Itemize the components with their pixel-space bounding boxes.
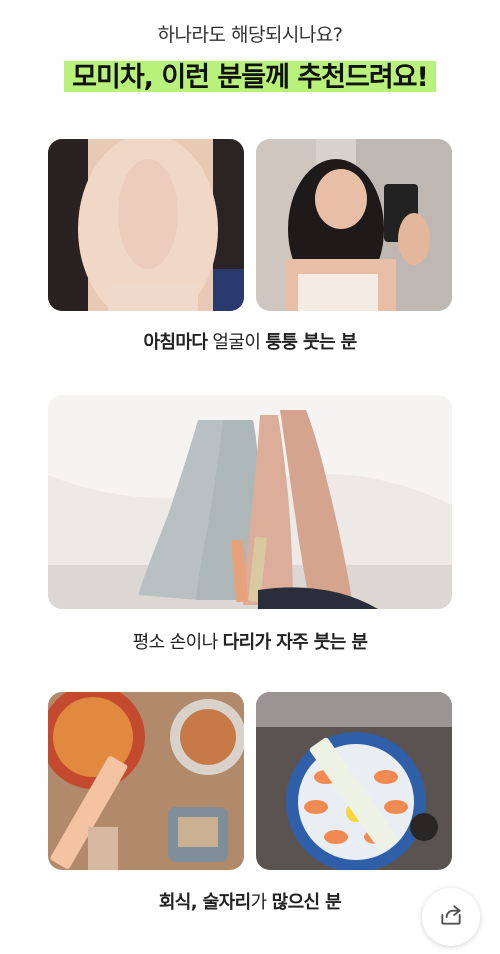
share-button[interactable] xyxy=(422,888,480,946)
photo-sashimi-platter xyxy=(256,692,452,870)
caption-bold-1a: 아침마다 xyxy=(143,332,208,353)
page-title: 모미차, 이런 분들께 추천드려요! xyxy=(72,62,429,93)
photo-face-closeup xyxy=(48,139,244,311)
page-subtitle: 하나라도 해당되시나요? xyxy=(157,24,343,46)
caption-bold-3a: 회식, 술자리 xyxy=(158,892,251,913)
caption-text-1a: 얼굴이 xyxy=(207,332,266,353)
share-icon xyxy=(438,902,464,932)
caption-bold-1b: 퉁퉁 붓는 분 xyxy=(265,332,357,353)
title-highlight: 모미차, 이런 분들께 추천드려요! xyxy=(64,55,436,94)
caption-text-2a: 평소 손이나 xyxy=(132,632,223,653)
photo-mirror-selfie xyxy=(256,139,452,311)
caption-section-1: 아침마다 얼굴이 퉁퉁 붓는 분 xyxy=(0,328,500,354)
photo-spicy-food xyxy=(48,692,244,870)
caption-bold-2a: 다리가 자주 붓는 분 xyxy=(222,632,368,653)
header: 하나라도 해당되시나요? 모미차, 이런 분들께 추천드려요! xyxy=(0,0,500,94)
photo-legs-on-bed xyxy=(48,395,452,609)
caption-section-2: 평소 손이나 다리가 자주 붓는 분 xyxy=(0,628,500,654)
caption-text-3a: 가 xyxy=(250,892,272,913)
caption-bold-3b: 많으신 분 xyxy=(271,892,342,913)
